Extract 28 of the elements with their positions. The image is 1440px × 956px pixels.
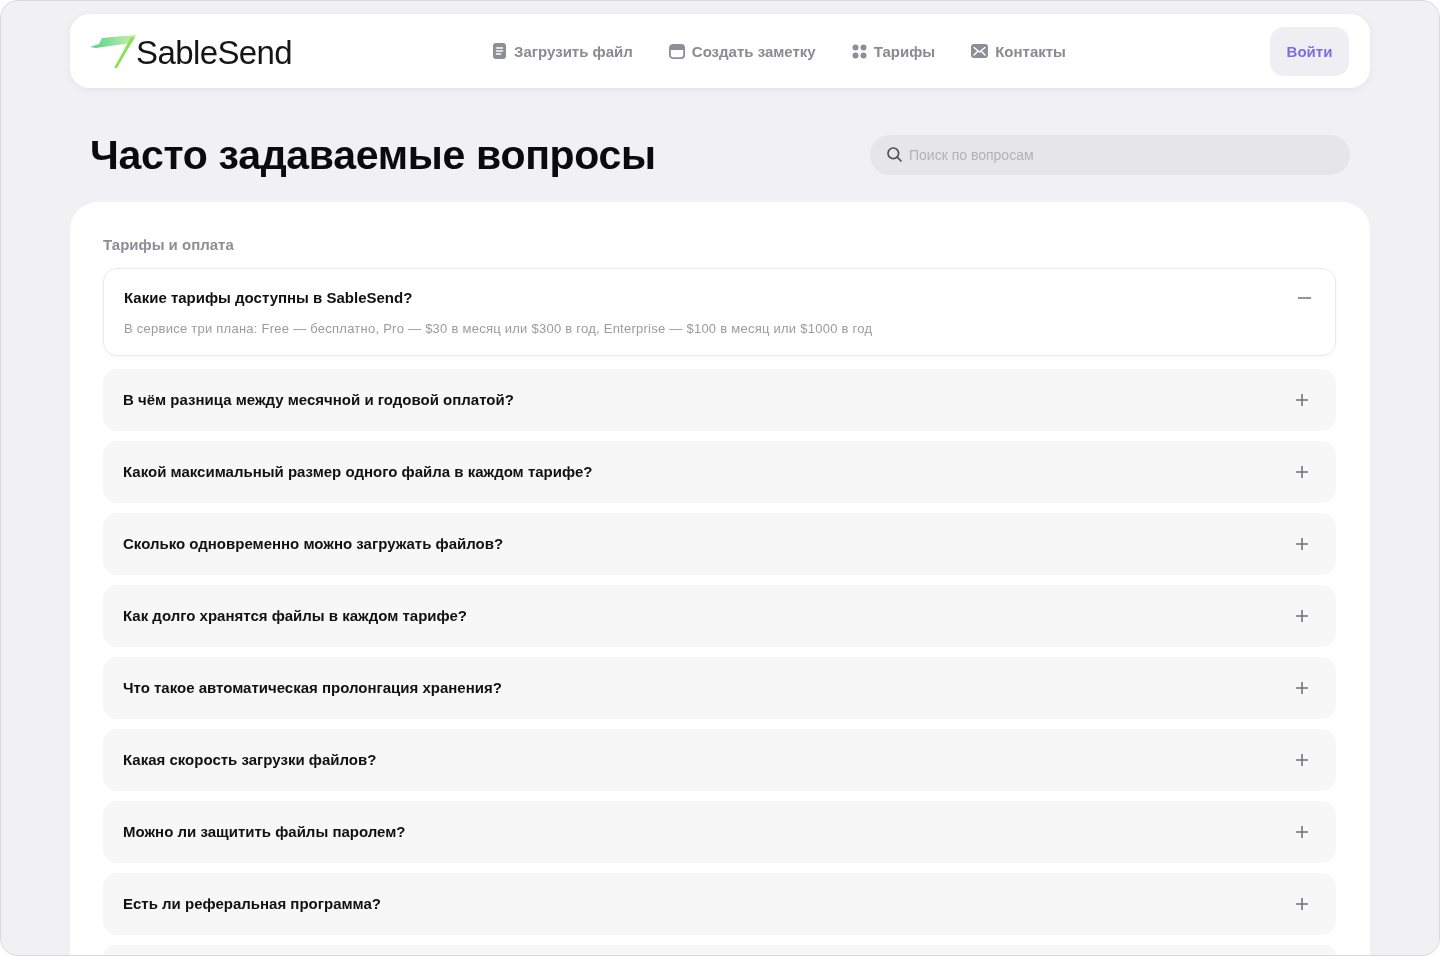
faq-question[interactable]: Как долго хранятся файлы в каждом тарифе? [123, 606, 467, 626]
faq-question[interactable]: Есть ли реферальная программа? [123, 894, 381, 914]
page-title: Часто задаваемые вопросы [90, 131, 656, 179]
plus-icon[interactable] [1296, 610, 1308, 622]
document-icon [492, 43, 508, 59]
plus-icon[interactable] [1296, 826, 1308, 838]
faq-question[interactable]: Что такое автоматическая пролонгация хранения? [123, 678, 502, 698]
section-title: Тарифы и оплата [103, 236, 234, 254]
plus-icon[interactable] [1296, 754, 1308, 766]
plus-icon[interactable] [1296, 466, 1308, 478]
faq-answer: В сервисе три плана: Free — бесплатно, Pro — $30 в месяц или $300 в год, Enterprise — $100 в месяц или $1000 в год [124, 320, 873, 338]
plus-icon[interactable] [1296, 682, 1308, 694]
faq-question[interactable]: Можно ли защитить файлы паролем? [123, 822, 406, 842]
faq-question[interactable]: Какие тарифы доступны в SableSend? [124, 288, 413, 308]
search-icon [887, 147, 902, 162]
login-button[interactable]: Войти [1270, 26, 1349, 76]
grid-icon [851, 43, 867, 59]
window-icon [668, 43, 685, 59]
brand-name: SableSend [136, 35, 293, 69]
envelope-icon [971, 44, 989, 58]
plus-icon[interactable] [1296, 898, 1308, 910]
faq-question[interactable]: Какой максимальный размер одного файла в каждом тарифе? [123, 462, 593, 482]
faq-question[interactable]: Сколько одновременно можно загружать файлов? [123, 534, 504, 554]
logo-icon [90, 34, 136, 68]
plus-icon[interactable] [1296, 394, 1308, 406]
plus-icon[interactable] [1296, 538, 1308, 550]
faq-question[interactable]: Какая скорость загрузки файлов? [123, 750, 377, 770]
faq-question[interactable]: В чём разница между месячной и годовой оплатой? [123, 390, 514, 410]
